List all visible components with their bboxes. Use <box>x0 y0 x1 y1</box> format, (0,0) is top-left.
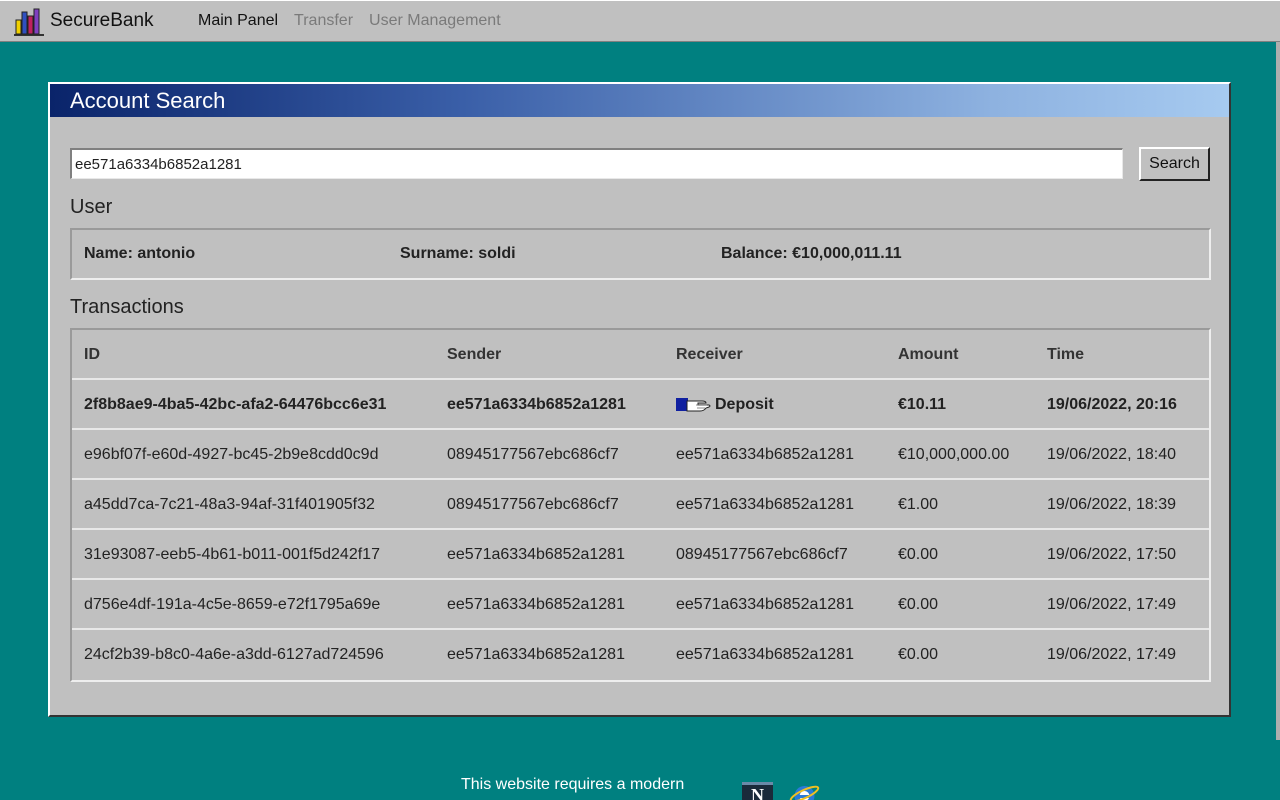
tx-amount: €0.00 <box>898 596 939 613</box>
browser-requirement-text: This website requires a modern <box>461 776 685 793</box>
tx-sender: ee571a6334b6852a1281 <box>447 546 625 563</box>
tx-amount: €10.11 <box>898 396 947 413</box>
tx-time: 19/06/2022, 20:16 <box>1047 396 1177 413</box>
tx-receiver: ee571a6334b6852a1281 <box>676 646 854 663</box>
search-row: Search <box>70 147 1211 181</box>
bank-logo-icon <box>14 8 44 36</box>
tx-receiver: 08945177567ebc686cf7 <box>676 546 848 563</box>
tx-receiver: Deposit <box>676 396 774 414</box>
table-row[interactable]: 2f8b8ae9-4ba5-42bc-afa2-64476bcc6e31 ee5… <box>72 380 1209 430</box>
internet-explorer-icon[interactable] <box>789 782 820 800</box>
search-button[interactable]: Search <box>1139 147 1210 181</box>
account-search-window: Account Search Search User Name: antonio… <box>48 82 1231 717</box>
tx-sender: ee571a6334b6852a1281 <box>447 396 626 413</box>
table-row[interactable]: 31e93087-eeb5-4b61-b011-001f5d242f17 ee5… <box>72 530 1209 580</box>
nav-transfer[interactable]: Transfer <box>294 12 353 30</box>
user-section-title: User <box>70 196 113 218</box>
tx-amount: €0.00 <box>898 646 939 663</box>
page-scrollbar[interactable] <box>1276 42 1280 740</box>
tx-receiver: ee571a6334b6852a1281 <box>676 496 854 513</box>
tx-id: 24cf2b39-b8c0-4a6e-a3dd-6127ad724596 <box>84 646 384 663</box>
table-header-row: ID Sender Receiver Amount Time <box>72 330 1209 380</box>
user-balance: Balance: €10,000,011.11 <box>721 245 902 262</box>
tx-sender: 08945177567ebc686cf7 <box>447 446 619 463</box>
header-id: ID <box>84 346 100 363</box>
brand-name: SecureBank <box>50 10 154 31</box>
window-titlebar: Account Search <box>50 84 1229 117</box>
window-title: Account Search <box>70 87 226 113</box>
tx-time: 19/06/2022, 18:40 <box>1047 446 1177 463</box>
header-receiver: Receiver <box>676 346 743 363</box>
tx-receiver: ee571a6334b6852a1281 <box>676 596 854 613</box>
header-amount: Amount <box>898 346 959 363</box>
tx-time: 19/06/2022, 17:49 <box>1047 596 1177 613</box>
table-row[interactable]: d756e4df-191a-4c5e-8659-e72f1795a69e ee5… <box>72 580 1209 630</box>
deposit-hand-icon <box>676 398 711 412</box>
tx-id: e96bf07f-e60d-4927-bc45-2b9e8cdd0c9d <box>84 446 379 463</box>
tx-time: 19/06/2022, 17:50 <box>1047 546 1177 563</box>
tx-amount: €1.00 <box>898 496 939 513</box>
tx-time: 19/06/2022, 17:49 <box>1047 646 1177 663</box>
table-row[interactable]: a45dd7ca-7c21-48a3-94af-31f401905f32 089… <box>72 480 1209 530</box>
table-row[interactable]: 24cf2b39-b8c0-4a6e-a3dd-6127ad724596 ee5… <box>72 630 1209 680</box>
tx-amount: €10,000,000.00 <box>898 446 1010 463</box>
tx-receiver-label: Deposit <box>715 396 774 413</box>
tx-amount: €0.00 <box>898 546 939 563</box>
tx-sender: ee571a6334b6852a1281 <box>447 596 625 613</box>
user-surname: Surname: soldi <box>400 245 516 262</box>
transactions-section-title: Transactions <box>70 296 184 318</box>
user-info-box: Name: antonio Surname: soldi Balance: €1… <box>70 228 1211 280</box>
user-name: Name: antonio <box>84 245 196 262</box>
transactions-table: ID Sender Receiver Amount Time 2f8b8ae9-… <box>70 328 1211 682</box>
nav-main-panel[interactable]: Main Panel <box>198 12 278 30</box>
top-navbar: SecureBank Main Panel Transfer User Mana… <box>0 0 1280 42</box>
netscape-navigator-icon[interactable]: N <box>742 782 773 800</box>
svg-text:N: N <box>751 785 764 800</box>
tx-time: 19/06/2022, 18:39 <box>1047 496 1177 513</box>
search-input[interactable] <box>70 148 1123 179</box>
tx-receiver: ee571a6334b6852a1281 <box>676 446 854 463</box>
header-time: Time <box>1047 346 1085 363</box>
tx-id: 31e93087-eeb5-4b61-b011-001f5d242f17 <box>84 546 380 563</box>
header-sender: Sender <box>447 346 502 363</box>
tx-sender: ee571a6334b6852a1281 <box>447 646 625 663</box>
tx-id: a45dd7ca-7c21-48a3-94af-31f401905f32 <box>84 496 375 513</box>
table-row[interactable]: e96bf07f-e60d-4927-bc45-2b9e8cdd0c9d 089… <box>72 430 1209 480</box>
tx-id: d756e4df-191a-4c5e-8659-e72f1795a69e <box>84 596 381 613</box>
tx-id: 2f8b8ae9-4ba5-42bc-afa2-64476bcc6e31 <box>84 396 387 413</box>
nav-user-management[interactable]: User Management <box>369 12 501 30</box>
brand[interactable]: SecureBank <box>14 6 198 36</box>
tx-sender: 08945177567ebc686cf7 <box>447 496 619 513</box>
